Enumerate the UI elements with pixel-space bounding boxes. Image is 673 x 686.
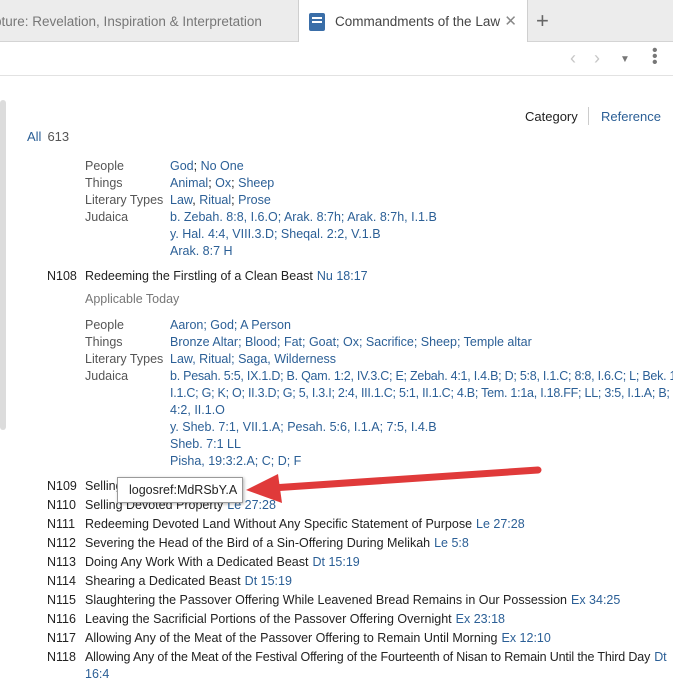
- forward-icon[interactable]: ›: [594, 48, 600, 69]
- commandment-number: N117: [47, 631, 76, 645]
- people-label: People: [85, 159, 124, 173]
- commandment-title: Severing the Head of the Bird of a Sin-O…: [85, 536, 431, 550]
- commandment-title: Allowing Any of the Meat of the Passover…: [85, 631, 498, 645]
- judaica-label: Judaica: [85, 210, 129, 224]
- literary-links[interactable]: Law, Ritual; Saga, Wilderness: [170, 351, 670, 368]
- link-tooltip: logosref:MdRSbY.A: [117, 477, 243, 503]
- commandment-number: N108: [47, 269, 77, 283]
- literary-types-label: Literary Types: [85, 352, 164, 366]
- judaica-links[interactable]: 4:2, II.1.O: [170, 402, 670, 419]
- judaica-links[interactable]: Pisha, 19:3:2.A; C; D; F: [170, 453, 670, 470]
- things-link[interactable]: Sheep: [238, 176, 274, 190]
- chevron-down-icon[interactable]: ▼: [620, 54, 630, 65]
- commandment-title: Allowing Any of the Meat of the Festival…: [85, 650, 651, 664]
- applicable-today-label: Applicable Today: [85, 292, 180, 306]
- judaica-links[interactable]: I.1.C; G; K; O; II.3.D; G; 5, I.3.I; 2:4…: [170, 385, 673, 402]
- tab-commandments[interactable]: Commandments of the Law ✕: [298, 0, 528, 43]
- commandment-title: Leaving the Sacrificial Portions of the …: [85, 612, 452, 626]
- scripture-reference-link[interactable]: Dt: [654, 650, 666, 664]
- commandment-number: N109: [47, 479, 77, 493]
- scripture-reference-link[interactable]: Dt 15:19: [313, 555, 360, 569]
- commandment-title: Redeeming Devoted Land Without Any Speci…: [85, 517, 473, 531]
- judaica-label: Judaica: [85, 369, 129, 383]
- things-link[interactable]: Ox: [215, 176, 231, 190]
- tab-bar: pture: Revelation, Inspiration & Interpr…: [0, 0, 673, 43]
- commandment-title: Doing Any Work With a Dedicated Beast: [85, 555, 309, 569]
- commandment-number: N111: [47, 517, 76, 531]
- commandment-title: Slaughtering the Passover Offering While…: [85, 593, 567, 607]
- back-icon[interactable]: ‹: [570, 48, 576, 69]
- things-label: Things: [85, 176, 123, 190]
- things-link[interactable]: Animal: [170, 176, 208, 190]
- people-label: People: [85, 318, 124, 332]
- scripture-reference-link[interactable]: 16:4: [85, 667, 109, 681]
- commandment-title: Shearing a Dedicated Beast: [85, 574, 241, 588]
- commandment-number: N113: [47, 555, 76, 569]
- close-icon[interactable]: ✕: [504, 12, 517, 30]
- more-options-icon[interactable]: • • •: [652, 43, 658, 71]
- scripture-reference-link[interactable]: Nu 18:17: [317, 269, 368, 283]
- people-link[interactable]: No One: [201, 159, 244, 173]
- scripture-reference-link[interactable]: Le 5:8: [434, 536, 469, 550]
- all-filter: All 613: [27, 129, 69, 144]
- judaica-links[interactable]: Sheb. 7:1 LL: [170, 436, 670, 453]
- scripture-reference-link[interactable]: Ex 34:25: [571, 593, 620, 607]
- tab-label: pture: Revelation, Inspiration & Interpr…: [0, 13, 262, 29]
- scripture-reference-link[interactable]: Ex 23:18: [456, 612, 505, 626]
- main-content: Category Reference All 613 People God; No…: [27, 107, 673, 681]
- toolbar: ‹ › ▼ • • •: [0, 42, 673, 76]
- commandment-number: N114: [47, 574, 76, 588]
- judaica-links[interactable]: b. Zebah. 8:8, I.6.O; Arak. 8:7h; Arak. …: [170, 209, 670, 226]
- literary-link[interactable]: Prose: [238, 193, 271, 207]
- people-link[interactable]: God: [170, 159, 194, 173]
- judaica-links[interactable]: y. Hal. 4:4, VIII.3.D; Sheqal. 2:2, V.1.…: [170, 226, 670, 243]
- things-links[interactable]: Bronze Altar; Blood; Fat; Goat; Ox; Sacr…: [170, 334, 670, 351]
- all-link[interactable]: All: [27, 129, 41, 144]
- commandment-number: N110: [47, 498, 76, 512]
- literary-link[interactable]: Law: [170, 193, 192, 207]
- judaica-links[interactable]: y. Sheb. 7:1, VII.1.A; Pesah. 5:6, I.1.A…: [170, 419, 670, 436]
- literary-link[interactable]: Ritual: [199, 193, 231, 207]
- judaica-links[interactable]: Arak. 8:7 H: [170, 243, 670, 260]
- things-label: Things: [85, 335, 123, 349]
- scripture-reference-link[interactable]: Dt 15:19: [245, 574, 292, 588]
- commandment-number: N118: [47, 650, 76, 664]
- judaica-links[interactable]: b. Pesah. 5:5, IX.1.D; B. Qam. 1:2, IV.3…: [170, 368, 673, 385]
- tab-label: Commandments of the Law: [335, 14, 501, 29]
- commandment-number: N116: [47, 612, 76, 626]
- commandment-number: N112: [47, 536, 76, 550]
- category-view-button[interactable]: Category: [525, 109, 578, 124]
- divider: [588, 107, 589, 125]
- commandment-number: N115: [47, 593, 76, 607]
- scripture-reference-link[interactable]: Le 27:28: [476, 517, 525, 531]
- all-count: 613: [47, 129, 70, 144]
- new-tab-button[interactable]: +: [536, 8, 549, 34]
- reference-view-button[interactable]: Reference: [601, 109, 661, 124]
- people-links[interactable]: Aaron; God; A Person: [170, 317, 670, 334]
- literary-types-label: Literary Types: [85, 193, 164, 207]
- book-icon: [309, 12, 325, 31]
- scripture-reference-link[interactable]: Ex 12:10: [501, 631, 550, 645]
- commandment-title: Redeeming the Firstling of a Clean Beast: [85, 269, 313, 283]
- tab-scripture[interactable]: pture: Revelation, Inspiration & Interpr…: [0, 0, 298, 42]
